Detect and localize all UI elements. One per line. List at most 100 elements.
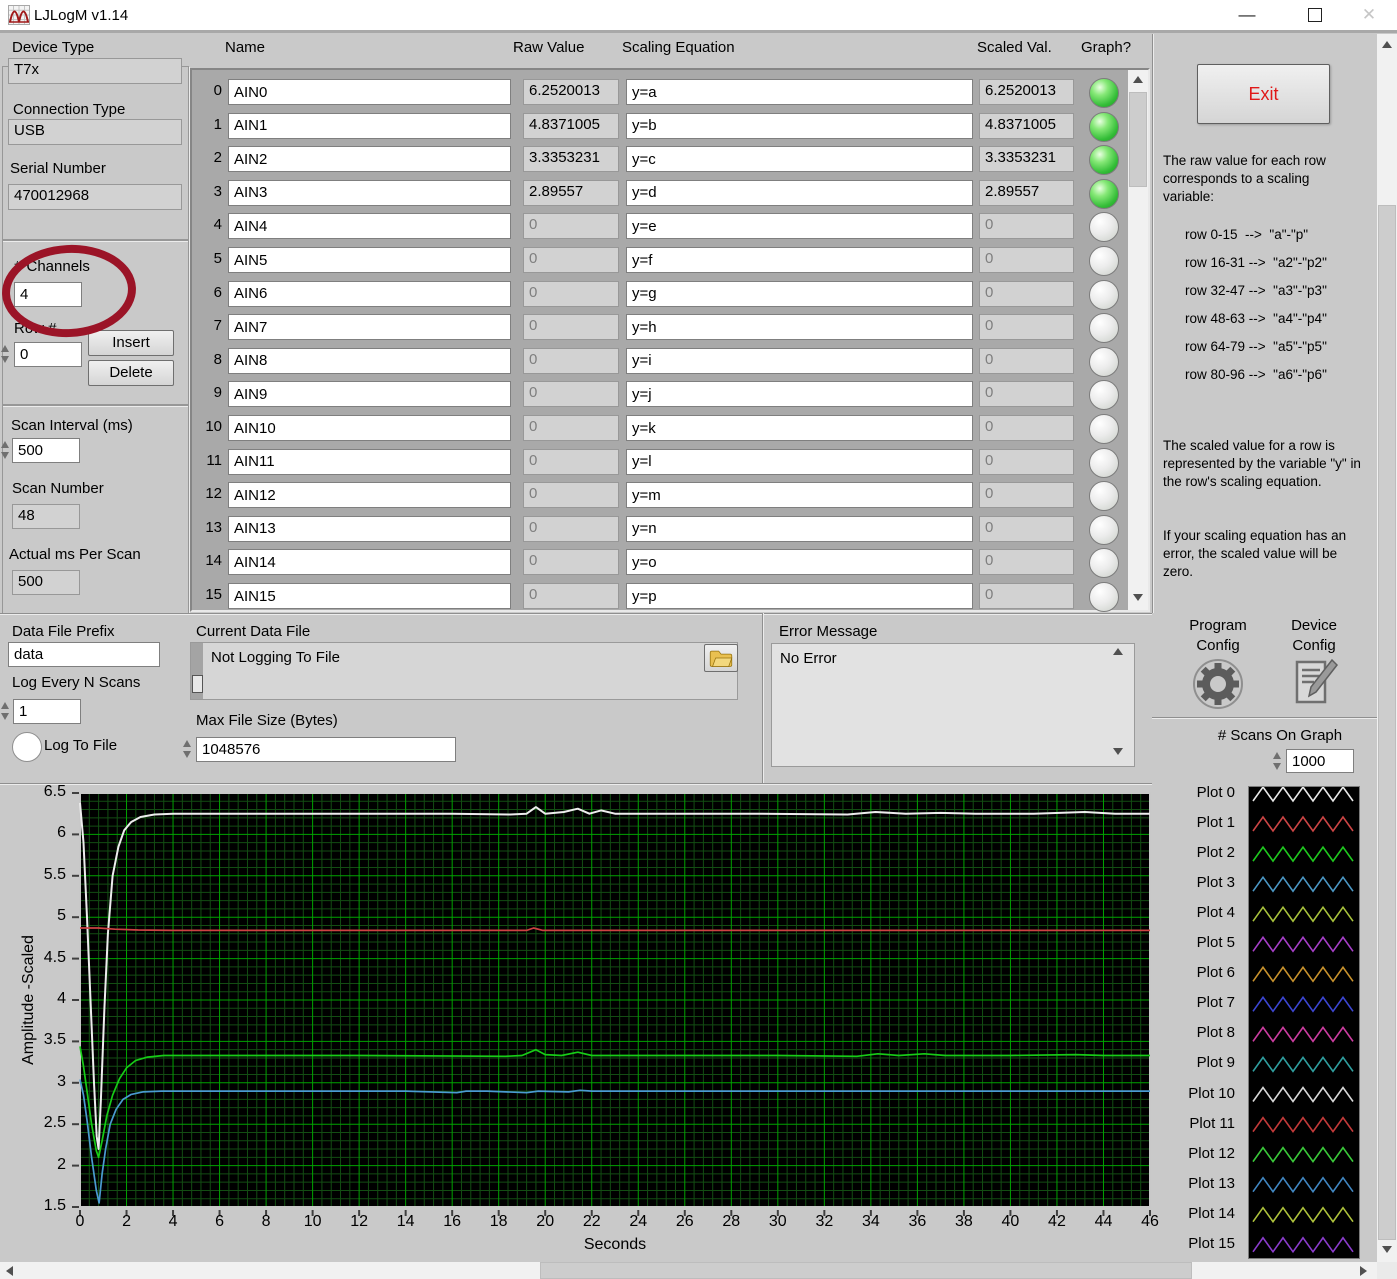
log-every-n-spinner[interactable] [0, 699, 11, 723]
row-number-spinner[interactable] [0, 342, 11, 366]
legend-plot-label[interactable]: Plot 0 [1150, 784, 1235, 802]
legend-plot-label[interactable]: Plot 15 [1150, 1235, 1235, 1253]
scaling-equation-input[interactable] [626, 314, 973, 340]
legend-waveform[interactable] [1253, 1118, 1353, 1132]
window-vscrollbar[interactable] [1377, 34, 1397, 1262]
legend-plot-label[interactable]: Plot 5 [1150, 934, 1235, 952]
channel-name-input[interactable] [228, 247, 511, 273]
channel-name-input[interactable] [228, 549, 511, 575]
hscroll-thumb[interactable] [540, 1262, 1192, 1279]
scaling-equation-input[interactable] [626, 415, 973, 441]
scaling-equation-input[interactable] [626, 449, 973, 475]
scans-on-graph-spinner[interactable] [1272, 749, 1283, 773]
legend-plot-label[interactable]: Plot 1 [1150, 814, 1235, 832]
channels-input[interactable] [14, 282, 82, 307]
vscroll-down-icon[interactable] [1382, 1246, 1392, 1253]
scaling-equation-input[interactable] [626, 549, 973, 575]
device-config-button[interactable] [1290, 656, 1338, 715]
channel-name-input[interactable] [228, 314, 511, 340]
channel-name-input[interactable] [228, 79, 511, 105]
close-button[interactable]: ✕ [1346, 0, 1392, 29]
scaling-equation-input[interactable] [626, 281, 973, 307]
hscroll-right-icon[interactable] [1360, 1266, 1367, 1276]
legend-plot-label[interactable]: Plot 7 [1150, 994, 1235, 1012]
legend-plot-label[interactable]: Plot 9 [1150, 1054, 1235, 1072]
channel-name-input[interactable] [228, 281, 511, 307]
graph-led[interactable] [1089, 347, 1119, 377]
graph-led[interactable] [1089, 145, 1119, 175]
data-file-prefix-input[interactable] [8, 642, 160, 667]
graph-led[interactable] [1089, 112, 1119, 142]
table-scroll-up-icon[interactable] [1133, 76, 1143, 83]
table-scroll-down-icon[interactable] [1133, 594, 1143, 601]
scaling-equation-input[interactable] [626, 381, 973, 407]
channel-name-input[interactable] [228, 381, 511, 407]
graph-led[interactable] [1089, 212, 1119, 242]
legend-plot-label[interactable]: Plot 4 [1150, 904, 1235, 922]
graph-led[interactable] [1089, 582, 1119, 612]
browse-folder-button[interactable] [704, 644, 738, 672]
legend-plot-label[interactable]: Plot 6 [1150, 964, 1235, 982]
table-scroll-thumb[interactable] [1129, 92, 1147, 187]
graph-led[interactable] [1089, 78, 1119, 108]
current-file-scroll-handle[interactable] [192, 675, 203, 693]
channel-name-input[interactable] [228, 516, 511, 542]
vscroll-thumb[interactable] [1378, 205, 1396, 1240]
legend-plot-label[interactable]: Plot 13 [1150, 1175, 1235, 1193]
graph-led[interactable] [1089, 515, 1119, 545]
legend-waveform[interactable] [1253, 1088, 1353, 1102]
error-scroll-down-icon[interactable] [1113, 748, 1123, 755]
channel-name-input[interactable] [228, 348, 511, 374]
channel-name-input[interactable] [228, 180, 511, 206]
insert-button[interactable]: Insert [88, 330, 174, 356]
legend-waveform[interactable] [1253, 1027, 1353, 1041]
scaling-equation-input[interactable] [626, 247, 973, 273]
legend-waveform[interactable] [1253, 1148, 1353, 1162]
error-scroll-up-icon[interactable] [1113, 648, 1123, 655]
max-file-size-input[interactable] [196, 737, 456, 762]
window-hscrollbar[interactable] [0, 1262, 1377, 1279]
max-file-size-spinner[interactable] [182, 737, 193, 761]
graph-led[interactable] [1089, 380, 1119, 410]
graph-led[interactable] [1089, 448, 1119, 478]
channel-name-input[interactable] [228, 113, 511, 139]
graph-led[interactable] [1089, 246, 1119, 276]
legend-plot-label[interactable]: Plot 3 [1150, 874, 1235, 892]
legend-waveform[interactable] [1253, 907, 1353, 921]
scans-on-graph-input[interactable] [1286, 749, 1354, 773]
legend-waveform[interactable] [1253, 937, 1353, 951]
legend-plot-label[interactable]: Plot 11 [1150, 1115, 1235, 1133]
table-scrollbar[interactable] [1128, 70, 1148, 610]
graph-led[interactable] [1089, 313, 1119, 343]
channel-name-input[interactable] [228, 449, 511, 475]
legend-waveform[interactable] [1253, 967, 1353, 981]
legend-plot-label[interactable]: Plot 10 [1150, 1085, 1235, 1103]
channel-name-input[interactable] [228, 482, 511, 508]
scaling-equation-input[interactable] [626, 583, 973, 609]
scaling-equation-input[interactable] [626, 213, 973, 239]
delete-button[interactable]: Delete [88, 360, 174, 386]
graph-led[interactable] [1089, 414, 1119, 444]
legend-waveform[interactable] [1253, 1057, 1353, 1071]
minimize-button[interactable]: — [1224, 0, 1270, 29]
scaling-equation-input[interactable] [626, 348, 973, 374]
legend-waveform[interactable] [1253, 1178, 1353, 1192]
graph-led[interactable] [1089, 179, 1119, 209]
exit-button[interactable]: Exit [1197, 64, 1330, 124]
scan-interval-input[interactable] [12, 438, 80, 463]
legend-waveform[interactable] [1253, 817, 1353, 831]
log-to-file-radio[interactable] [12, 732, 42, 762]
channel-name-input[interactable] [228, 415, 511, 441]
legend-waveform[interactable] [1253, 997, 1353, 1011]
legend-plot-label[interactable]: Plot 2 [1150, 844, 1235, 862]
scan-interval-spinner[interactable] [0, 438, 11, 462]
maximize-button[interactable] [1292, 0, 1338, 29]
scaling-equation-input[interactable] [626, 516, 973, 542]
legend-plot-label[interactable]: Plot 8 [1150, 1024, 1235, 1042]
channel-name-input[interactable] [228, 213, 511, 239]
channel-name-input[interactable] [228, 146, 511, 172]
hscroll-left-icon[interactable] [6, 1266, 13, 1276]
program-config-button[interactable] [1192, 658, 1244, 715]
scaling-equation-input[interactable] [626, 79, 973, 105]
scaling-equation-input[interactable] [626, 113, 973, 139]
